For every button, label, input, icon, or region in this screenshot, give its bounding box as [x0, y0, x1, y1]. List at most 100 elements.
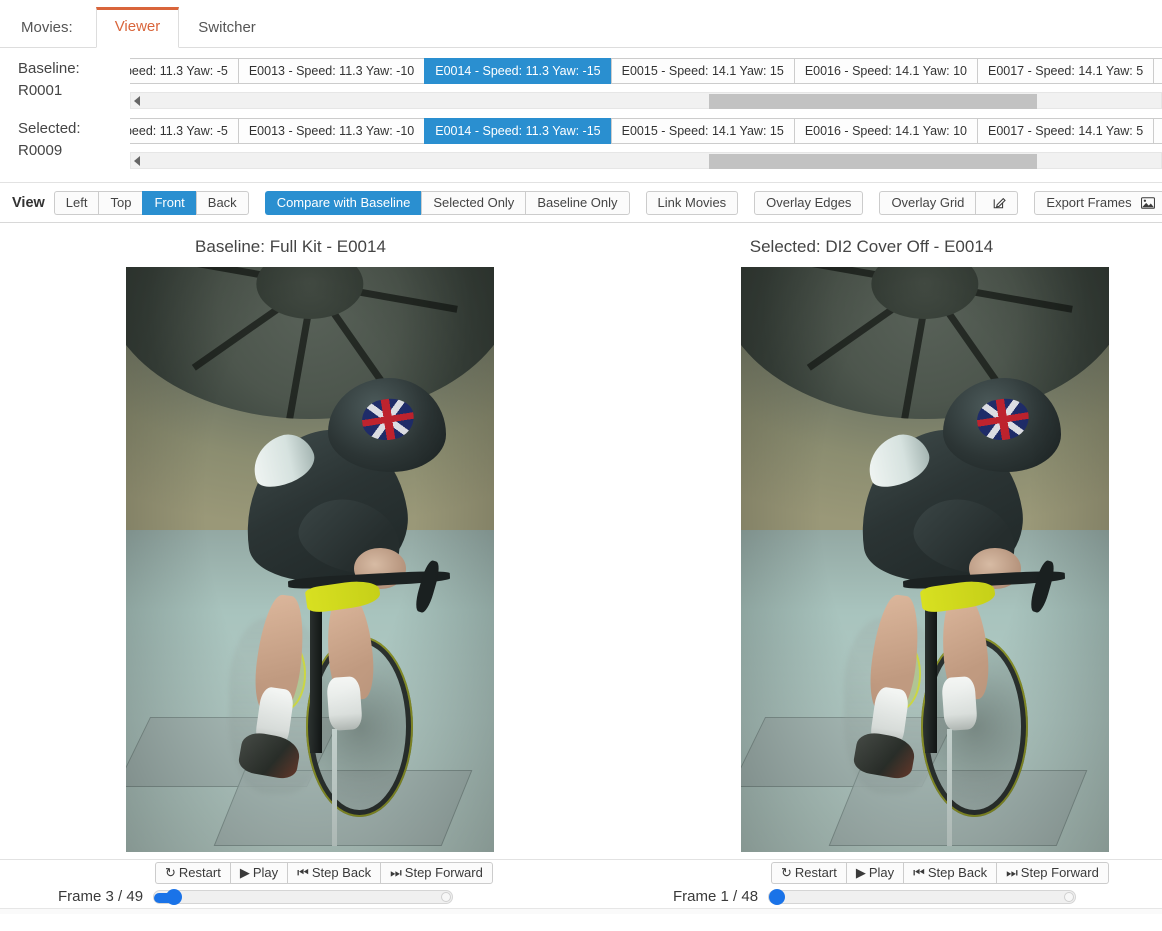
step-back-label: Step Back — [928, 865, 987, 880]
selected-pane: Selected: DI2 Cover Off - E0014 — [581, 229, 1162, 859]
step-back-label: Step Back — [312, 865, 371, 880]
baseline-step-forward-button[interactable]: ⏭Step Forward — [380, 862, 493, 884]
restart-icon: ↻ — [165, 863, 176, 883]
selected-step-back-button[interactable]: ⏮Step Back — [903, 862, 996, 884]
selected-frame-button[interactable]: E0016 - Speed: 14.1 Yaw: 10 — [794, 118, 977, 144]
view-toolbar: View Left Top Front Back Compare with Ba… — [0, 183, 1162, 223]
baseline-play-button[interactable]: ▶Play — [230, 862, 287, 884]
baseline-strip-wrap: - Speed: 11.3 Yaw: -5 E0013 - Speed: 11.… — [130, 58, 1162, 109]
baseline-frame-button-selected[interactable]: E0014 - Speed: 11.3 Yaw: -15 — [424, 58, 610, 84]
restart-label: Restart — [795, 865, 837, 880]
selected-scrollbar[interactable] — [130, 152, 1162, 169]
wind-tunnel-scene — [126, 267, 494, 852]
image-icon — [1141, 194, 1155, 216]
overlay-grid-group: Overlay Grid — [879, 191, 1018, 215]
view-front-button[interactable]: Front — [142, 191, 195, 215]
baseline-only-button[interactable]: Baseline Only — [525, 191, 629, 215]
scroll-left-arrow-icon[interactable] — [134, 96, 140, 106]
selected-run-id: R0009 — [18, 140, 130, 162]
view-back-button[interactable]: Back — [196, 191, 249, 215]
baseline-row: Baseline: R0001 - Speed: 11.3 Yaw: -5 E0… — [0, 58, 1162, 118]
baseline-frame-button[interactable]: E0016 - Speed: 14.1 Yaw: 10 — [794, 58, 977, 84]
selected-frame-button[interactable]: E0015 - Speed: 14.1 Yaw: 15 — [611, 118, 794, 144]
selected-frame-strip[interactable]: - Speed: 11.3 Yaw: -5 E0013 - Speed: 11.… — [130, 118, 1162, 144]
link-movies-button[interactable]: Link Movies — [646, 191, 739, 215]
selected-only-button[interactable]: Selected Only — [421, 191, 525, 215]
selected-controls: ↻Restart ▶Play ⏮Step Back ⏭Step Forward … — [581, 860, 1162, 914]
selected-frame-button[interactable]: E001 — [1153, 118, 1162, 144]
play-icon: ▶ — [856, 863, 866, 883]
baseline-frame-button[interactable]: E0017 - Speed: 14.1 Yaw: 5 — [977, 58, 1153, 84]
baseline-video[interactable] — [126, 267, 494, 852]
viewer-panes: Baseline: Full Kit - E0014 — [0, 223, 1162, 859]
baseline-frame-counter: Frame 3 / 49 — [58, 888, 143, 905]
baseline-frame-slider[interactable] — [153, 890, 453, 904]
export-frames-button[interactable]: Export Frames — [1034, 191, 1162, 215]
selected-frame-button[interactable]: - Speed: 11.3 Yaw: -5 — [130, 118, 238, 144]
step-back-icon: ⏮ — [913, 863, 925, 883]
baseline-frame-strip[interactable]: - Speed: 11.3 Yaw: -5 E0013 - Speed: 11.… — [130, 58, 1162, 84]
selected-frame-button[interactable]: E0017 - Speed: 14.1 Yaw: 5 — [977, 118, 1153, 144]
window-bottom-edge — [0, 908, 1162, 914]
baseline-label-block: Baseline: R0001 — [0, 58, 130, 102]
step-back-icon: ⏮ — [297, 863, 309, 883]
restart-icon: ↻ — [781, 863, 792, 883]
step-forward-label: Step Forward — [1021, 865, 1099, 880]
baseline-frame-button[interactable]: E001 — [1153, 58, 1162, 84]
step-forward-icon: ⏭ — [390, 863, 402, 883]
selected-label: Selected: — [18, 120, 81, 137]
selected-frame-row: Frame 1 / 48 — [673, 888, 1093, 905]
scroll-left-arrow-icon[interactable] — [134, 156, 140, 166]
compare-with-baseline-button[interactable]: Compare with Baseline — [265, 191, 422, 215]
baseline-scrollbar[interactable] — [130, 92, 1162, 109]
selected-frame-counter: Frame 1 / 48 — [673, 888, 758, 905]
baseline-controls: ↻Restart ▶Play ⏮Step Back ⏭Step Forward … — [0, 860, 581, 914]
selected-frame-slider[interactable] — [768, 890, 1076, 904]
view-top-button[interactable]: Top — [98, 191, 142, 215]
baseline-restart-button[interactable]: ↻Restart — [155, 862, 230, 884]
overlay-edges-group: Overlay Edges — [754, 191, 863, 215]
view-left-button[interactable]: Left — [54, 191, 99, 215]
scrollbar-thumb[interactable] — [709, 154, 1037, 169]
baseline-frame-button[interactable]: - Speed: 11.3 Yaw: -5 — [130, 58, 238, 84]
selected-strip-wrap: - Speed: 11.3 Yaw: -5 E0013 - Speed: 11.… — [130, 118, 1162, 169]
tab-bar: Movies: Viewer Switcher — [0, 0, 1162, 48]
selected-video[interactable] — [741, 267, 1109, 852]
baseline-slider-knob[interactable] — [166, 889, 182, 905]
selected-slider-knob[interactable] — [769, 889, 785, 905]
movies-label: Movies: — [8, 8, 96, 49]
step-forward-icon: ⏭ — [1006, 863, 1018, 883]
baseline-frame-row: Frame 3 / 49 — [58, 888, 463, 905]
baseline-frame-button[interactable]: E0013 - Speed: 11.3 Yaw: -10 — [238, 58, 424, 84]
restart-label: Restart — [179, 865, 221, 880]
overlay-edges-button[interactable]: Overlay Edges — [754, 191, 863, 215]
compare-group: Compare with Baseline Selected Only Base… — [265, 191, 630, 215]
baseline-run-id: R0001 — [18, 80, 130, 102]
orientation-group: Left Top Front Back — [54, 191, 249, 215]
play-icon: ▶ — [240, 863, 250, 883]
slider-endcap — [441, 892, 451, 902]
play-label: Play — [869, 865, 894, 880]
selected-restart-button[interactable]: ↻Restart — [771, 862, 846, 884]
overlay-grid-edit-button[interactable] — [975, 191, 1018, 215]
frame-selectors: Baseline: R0001 - Speed: 11.3 Yaw: -5 E0… — [0, 48, 1162, 183]
selected-play-button[interactable]: ▶Play — [846, 862, 903, 884]
selected-frame-button[interactable]: E0013 - Speed: 11.3 Yaw: -10 — [238, 118, 424, 144]
overlay-grid-button[interactable]: Overlay Grid — [879, 191, 975, 215]
tab-viewer[interactable]: Viewer — [96, 7, 180, 49]
scrollbar-thumb[interactable] — [709, 94, 1037, 109]
selected-pane-title: Selected: DI2 Cover Off - E0014 — [581, 229, 1162, 267]
step-forward-label: Step Forward — [405, 865, 483, 880]
selected-row: Selected: R0009 - Speed: 11.3 Yaw: -5 E0… — [0, 118, 1162, 178]
selected-step-forward-button[interactable]: ⏭Step Forward — [996, 862, 1109, 884]
selected-label-block: Selected: R0009 — [0, 118, 130, 162]
tab-switcher[interactable]: Switcher — [179, 8, 275, 49]
export-frames-label: Export Frames — [1046, 195, 1131, 210]
edit-square-icon — [993, 194, 1006, 216]
baseline-frame-button[interactable]: E0015 - Speed: 14.1 Yaw: 15 — [611, 58, 794, 84]
selected-frame-button-selected[interactable]: E0014 - Speed: 11.3 Yaw: -15 — [424, 118, 610, 144]
selected-transport-buttons: ↻Restart ▶Play ⏮Step Back ⏭Step Forward — [771, 862, 1109, 884]
view-label: View — [12, 195, 45, 211]
link-movies-group: Link Movies — [646, 191, 739, 215]
baseline-step-back-button[interactable]: ⏮Step Back — [287, 862, 380, 884]
